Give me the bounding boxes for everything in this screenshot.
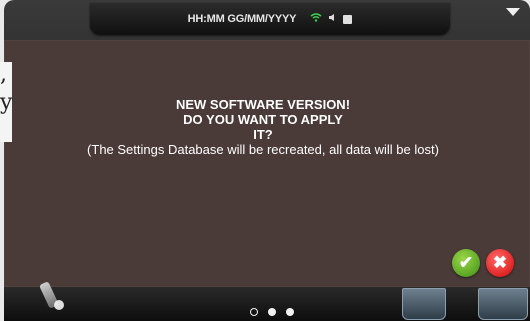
page-dot[interactable] (250, 308, 258, 316)
dialog-title-line-3: IT? (253, 127, 273, 142)
confirm-button[interactable]: ✔ (452, 249, 480, 277)
steam-glow-icon (54, 300, 64, 310)
page-dot[interactable] (268, 308, 276, 316)
edge-glyph-top: , (0, 62, 7, 87)
cup-icon (402, 288, 446, 320)
checkmark-icon: ✔ (458, 253, 474, 272)
close-icon: ✖ (492, 253, 508, 272)
edge-glyph-bottom: y (0, 90, 13, 115)
cancel-button[interactable]: ✖ (486, 249, 514, 277)
status-icons (310, 13, 353, 25)
dialog-message: NEW SOFTWARE VERSION! DO YOU WANT TO APP… (40, 97, 486, 157)
page-indicator (250, 308, 294, 316)
dialog-title-line-1: NEW SOFTWARE VERSION! (175, 97, 351, 112)
wifi-icon (310, 13, 322, 25)
menu-dropdown-icon[interactable] (506, 8, 520, 16)
page-dot[interactable] (286, 308, 294, 316)
dialog-title-line-2: DO YOU WANT TO APPLY (183, 112, 343, 127)
status-bar: HH:MM GG/MM/YYYY (90, 3, 450, 35)
clock-format: HH:MM GG/MM/YYYY (187, 13, 297, 25)
speaker-icon (328, 13, 337, 25)
dialog-note: (The Settings Database will be recreated… (87, 142, 439, 157)
cup-icon (478, 288, 528, 320)
software-update-dialog (4, 40, 530, 287)
battery-icon (343, 14, 353, 24)
